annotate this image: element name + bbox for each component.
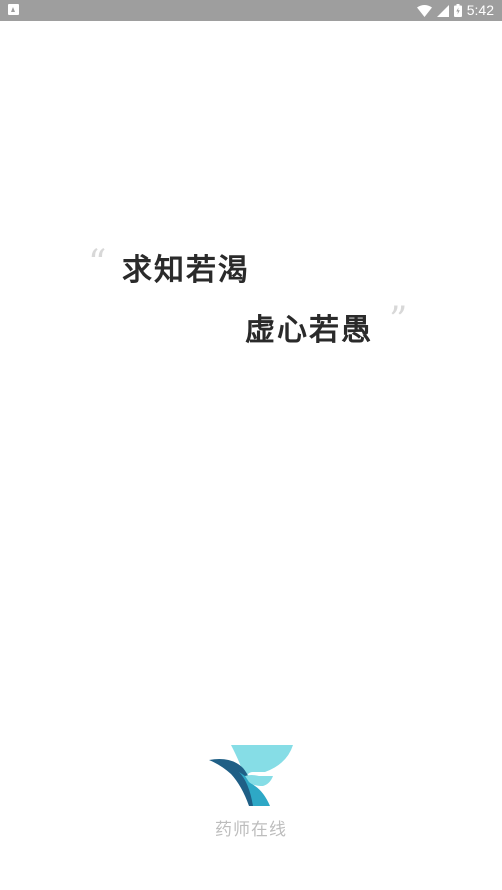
slogan-line-1: 求知若渴 bbox=[122, 253, 250, 288]
close-quote-mark: ” bbox=[389, 300, 408, 341]
battery-icon bbox=[453, 4, 462, 17]
pharmacist-online-logo-icon bbox=[209, 745, 293, 806]
cell-signal-icon bbox=[436, 4, 449, 17]
status-icons: 5:42 bbox=[416, 0, 494, 21]
status-time: 5:42 bbox=[466, 2, 494, 18]
notification-icon bbox=[8, 4, 19, 15]
slogan-line-2: 虚心若愚 bbox=[245, 313, 373, 348]
open-quote-mark: “ bbox=[88, 243, 107, 284]
brand-name: 药师在线 bbox=[215, 820, 287, 840]
status-bar: 5:42 bbox=[0, 0, 502, 21]
wifi-icon bbox=[416, 4, 432, 17]
